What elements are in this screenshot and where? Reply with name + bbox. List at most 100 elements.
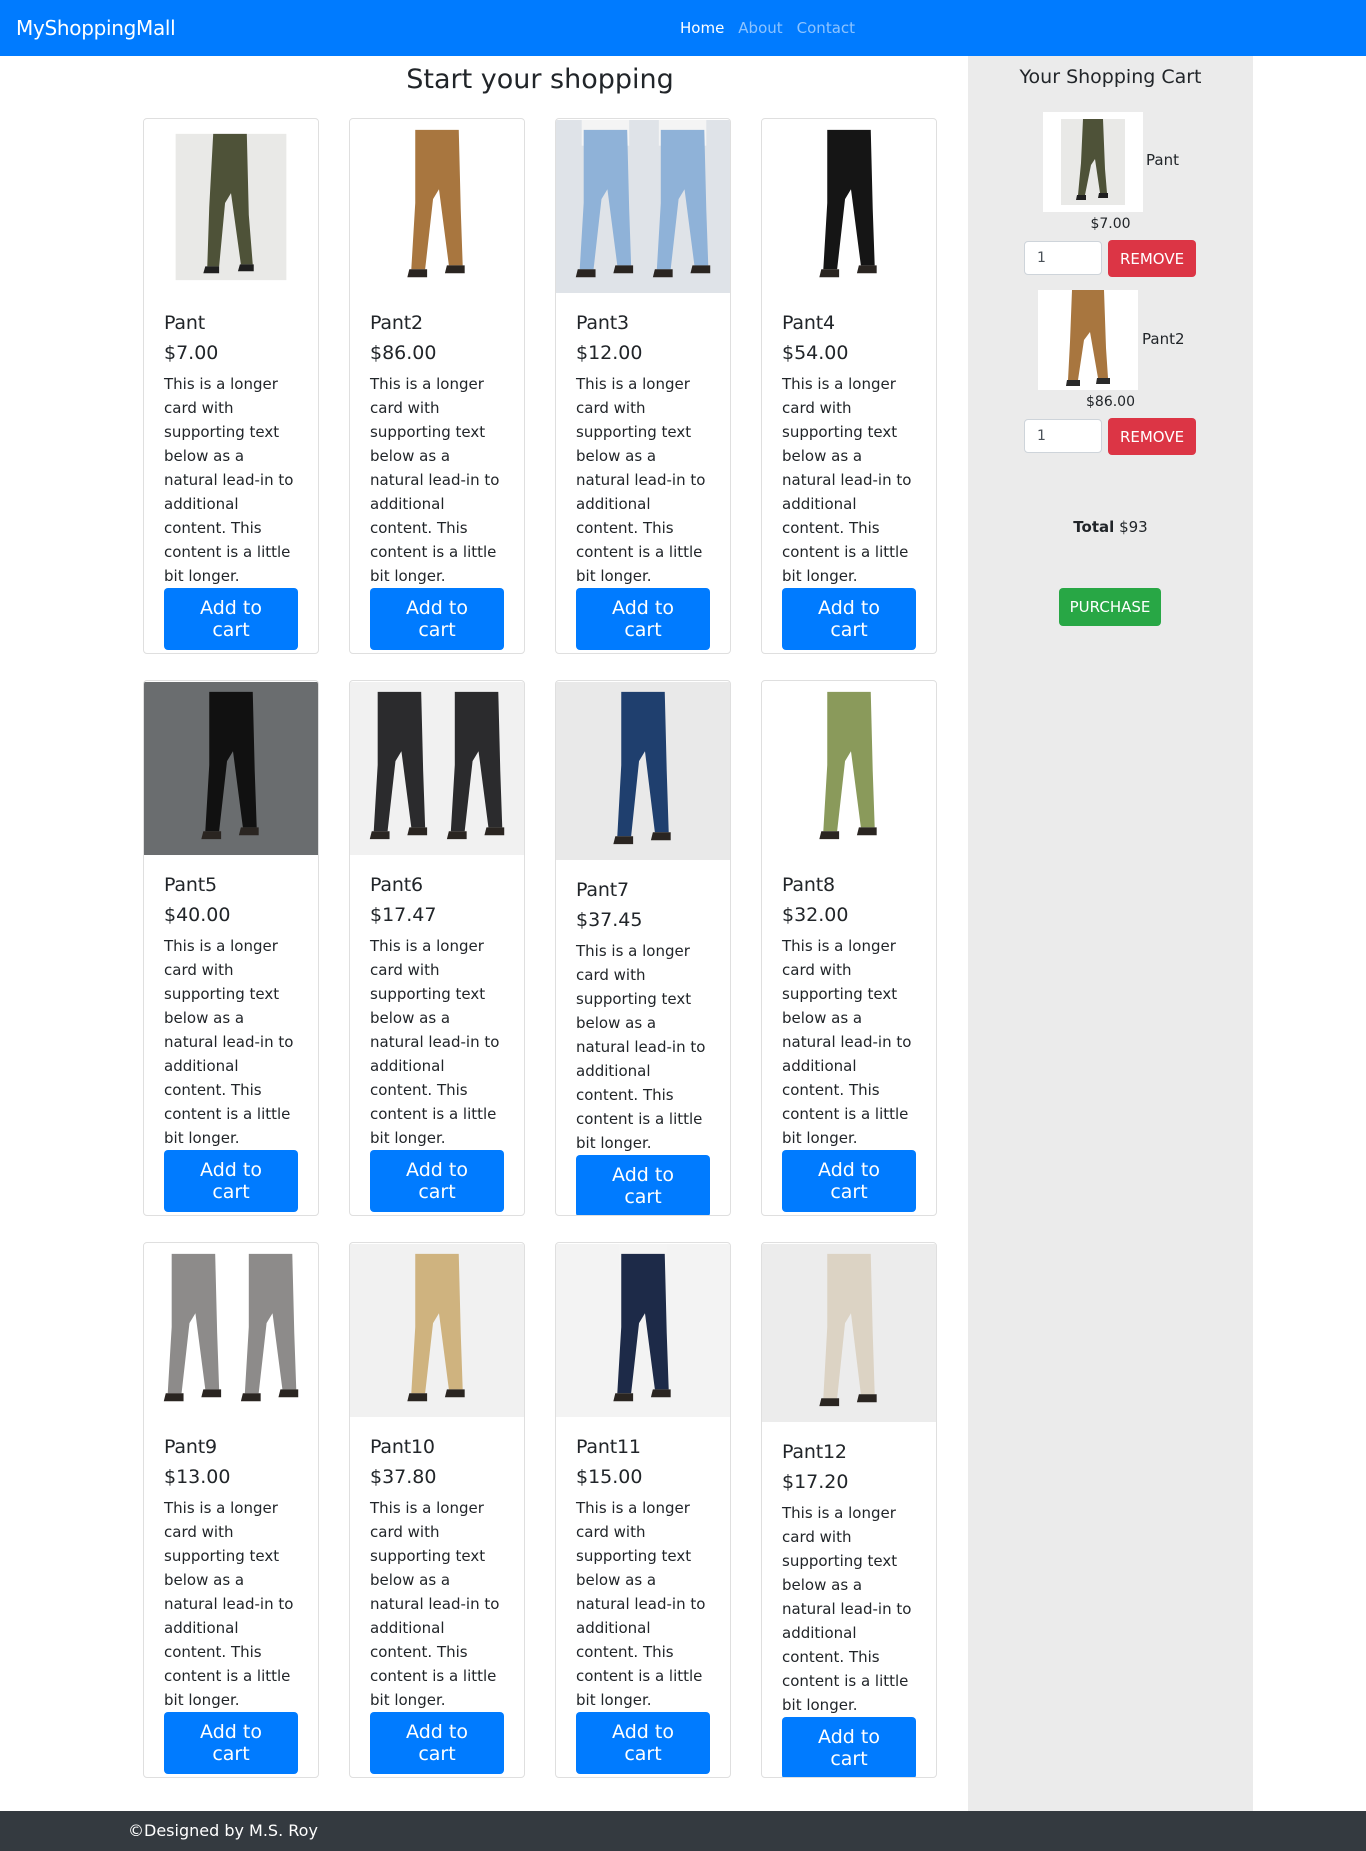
- nav-about-link[interactable]: About: [738, 19, 782, 37]
- product-price: $32.00: [782, 904, 849, 926]
- cart-item-name: Pant2: [1142, 330, 1185, 348]
- add-to-cart-button[interactable]: Add to cart: [164, 588, 298, 650]
- cart-item-image: [1038, 290, 1138, 390]
- product-card-body: Pant6 $17.47 This is a longer card with su…: [350, 856, 524, 1215]
- product-card: Pant7 $37.45 This is a longer card with su…: [555, 680, 731, 1216]
- product-card: Pant $7.00 This is a longer card with supp…: [143, 118, 319, 654]
- product-image: [144, 1243, 318, 1418]
- cart-item-image: [1043, 112, 1143, 212]
- add-to-cart-button[interactable]: Add to cart: [576, 588, 710, 650]
- product-price: $86.00: [370, 342, 437, 364]
- add-to-cart-button[interactable]: Add to cart: [576, 1712, 710, 1774]
- product-name: Pant: [164, 312, 205, 334]
- product-description: This is a longer card with supporting te…: [782, 1504, 912, 1714]
- product-card: Pant10 $37.80 This is a longer card with s…: [349, 1242, 525, 1778]
- add-to-cart-button[interactable]: Add to cart: [164, 1712, 298, 1774]
- cart-remove-button[interactable]: REMOVE: [1108, 418, 1196, 455]
- cart-quantity-input[interactable]: 1: [1024, 241, 1102, 275]
- product-card: Pant9 $13.00 This is a longer card with su…: [143, 1242, 319, 1778]
- product-image: [144, 681, 318, 856]
- product-card-body: Pant $7.00 This is a longer card with supp…: [144, 294, 318, 653]
- pant-image-icon: [350, 681, 524, 856]
- cart-item-price: $7.00: [1090, 216, 1131, 232]
- footer: ©Designed by M.S. Roy: [0, 1811, 1366, 1851]
- cart-total-value: $93: [1119, 518, 1148, 536]
- add-to-cart-button[interactable]: Add to cart: [370, 1150, 504, 1212]
- cart-total: Total $93: [968, 518, 1253, 536]
- product-price: $54.00: [782, 342, 849, 364]
- product-price: $7.00: [164, 342, 219, 364]
- product-image: [350, 681, 524, 856]
- product-image: [762, 119, 936, 294]
- product-image: [556, 119, 730, 294]
- add-to-cart-button[interactable]: Add to cart: [782, 1150, 916, 1212]
- pant-image-icon: [1061, 119, 1125, 205]
- add-to-cart-button[interactable]: Add to cart: [782, 1717, 916, 1777]
- product-price: $17.47: [370, 904, 437, 926]
- pant-image-icon: [350, 1243, 524, 1418]
- product-price: $17.20: [782, 1471, 849, 1493]
- product-card-body: Pant4 $54.00 This is a longer card with su…: [762, 294, 936, 653]
- product-card-body: Pant8 $32.00 This is a longer card with su…: [762, 856, 936, 1215]
- pant-image-icon: [556, 1243, 730, 1418]
- product-description: This is a longer card with supporting te…: [370, 375, 500, 585]
- product-name: Pant4: [782, 312, 835, 334]
- product-price: $37.45: [576, 909, 643, 931]
- product-name: Pant10: [370, 1436, 435, 1458]
- product-card-body: Pant11 $15.00 This is a longer card with s…: [556, 1418, 730, 1777]
- product-image: [762, 1243, 936, 1423]
- nav-contact-link[interactable]: Contact: [797, 19, 855, 37]
- product-description: This is a longer card with supporting te…: [164, 937, 294, 1147]
- nav-home-link[interactable]: Home: [680, 19, 724, 37]
- product-card: Pant2 $86.00 This is a longer card with su…: [349, 118, 525, 654]
- add-to-cart-button[interactable]: Add to cart: [370, 1712, 504, 1774]
- purchase-button[interactable]: PURCHASE: [1059, 588, 1161, 626]
- product-description: This is a longer card with supporting te…: [576, 375, 706, 585]
- product-card: Pant8 $32.00 This is a longer card with su…: [761, 680, 937, 1216]
- page-title: Start your shopping: [406, 64, 674, 95]
- cart-remove-button[interactable]: REMOVE: [1108, 240, 1196, 277]
- product-image: [350, 1243, 524, 1418]
- product-price: $37.80: [370, 1466, 437, 1488]
- add-to-cart-button[interactable]: Add to cart: [576, 1155, 710, 1215]
- product-card-body: Pant7 $37.45 This is a longer card with su…: [556, 861, 730, 1215]
- product-name: Pant8: [782, 874, 835, 896]
- add-to-cart-button[interactable]: Add to cart: [370, 588, 504, 650]
- pant-image-icon: [556, 682, 730, 860]
- product-name: Pant6: [370, 874, 423, 896]
- product-card: Pant11 $15.00 This is a longer card with s…: [555, 1242, 731, 1778]
- product-image: [350, 119, 524, 294]
- product-card-body: Pant12 $17.20 This is a longer card with s…: [762, 1423, 936, 1777]
- product-card: Pant4 $54.00 This is a longer card with su…: [761, 118, 937, 654]
- product-card-body: Pant9 $13.00 This is a longer card with su…: [144, 1418, 318, 1777]
- product-price: $13.00: [164, 1466, 231, 1488]
- brand-logo[interactable]: MyShoppingMall: [16, 16, 176, 40]
- product-image: [556, 1243, 730, 1418]
- product-name: Pant2: [370, 312, 423, 334]
- product-name: Pant7: [576, 879, 629, 901]
- pant-image-icon: [350, 119, 524, 294]
- pant-image-icon: [144, 681, 318, 856]
- product-description: This is a longer card with supporting te…: [164, 375, 294, 585]
- product-card: Pant12 $17.20 This is a longer card with s…: [761, 1242, 937, 1778]
- product-price: $15.00: [576, 1466, 643, 1488]
- pant-image-icon: [1038, 290, 1138, 390]
- product-description: This is a longer card with supporting te…: [370, 937, 500, 1147]
- pant-image-icon: [762, 681, 936, 856]
- product-name: Pant9: [164, 1436, 217, 1458]
- product-description: This is a longer card with supporting te…: [576, 1499, 706, 1709]
- product-price: $12.00: [576, 342, 643, 364]
- pant-image-icon: [556, 119, 730, 294]
- add-to-cart-button[interactable]: Add to cart: [782, 588, 916, 650]
- product-price: $40.00: [164, 904, 231, 926]
- navbar: MyShoppingMall Home About Contact: [0, 0, 1366, 56]
- product-description: This is a longer card with supporting te…: [164, 1499, 294, 1709]
- cart-item-price: $86.00: [1086, 394, 1135, 410]
- cart-quantity-input[interactable]: 1: [1024, 419, 1102, 453]
- product-description: This is a longer card with supporting te…: [782, 375, 912, 585]
- add-to-cart-button[interactable]: Add to cart: [164, 1150, 298, 1212]
- product-name: Pant12: [782, 1441, 847, 1463]
- product-card-body: Pant2 $86.00 This is a longer card with su…: [350, 294, 524, 653]
- product-card: Pant3 $12.00 This is a longer card with su…: [555, 118, 731, 654]
- product-description: This is a longer card with supporting te…: [370, 1499, 500, 1709]
